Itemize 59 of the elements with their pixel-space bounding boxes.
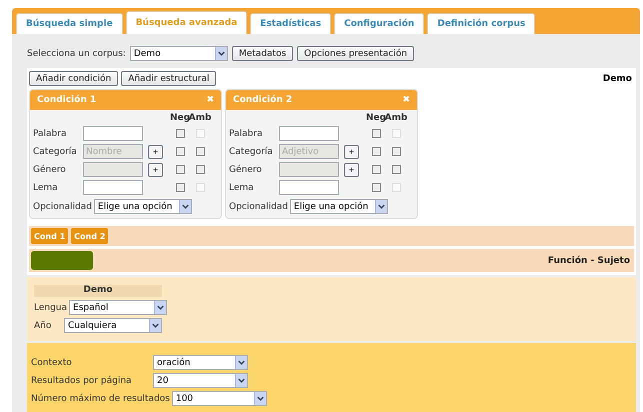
tab[interactable]: Definición corpus [427,13,536,34]
corpus-button[interactable]: Opciones presentación [297,46,414,61]
add-button[interactable]: Añadir condición [29,71,118,86]
field-label: Opcionalidad [229,202,288,212]
field-label: Categoría [229,146,274,156]
condition-header: Condición 1 ✖ [30,90,221,110]
option-select[interactable]: 20 [153,373,248,388]
input-field[interactable] [83,126,143,141]
metadata-title: Demo [34,285,162,297]
field-label: Opcionalidad [33,202,92,212]
checkbox[interactable] [176,183,184,192]
tab[interactable]: Configuración [334,13,424,34]
field-label: Año [34,320,52,330]
relation-label: Función - Sujeto [548,256,630,266]
checkbox[interactable] [372,165,380,174]
tab[interactable]: Búsqueda simple [16,13,123,34]
condition-header: Condición 2 ✖ [226,90,417,110]
checkbox[interactable] [196,147,204,156]
checkbox[interactable] [176,129,184,138]
optionality-select[interactable]: Elige una opción [94,199,192,214]
corpus-label: Selecciona un corpus: [27,48,126,58]
field-label: Género [33,164,67,174]
field-label: Categoría [33,146,78,156]
field-label: Lema [33,182,59,192]
metadata-select[interactable]: Cualquiera [64,318,162,333]
field-label: Lema [229,182,255,192]
field-label: Género [229,164,263,174]
input-field[interactable] [83,162,143,177]
column-header: Neg [170,113,190,123]
input-field[interactable] [279,126,339,141]
checkbox[interactable] [392,147,400,156]
checkbox[interactable] [176,147,184,156]
field-label: Contexto [31,358,73,368]
corpus-select[interactable]: Demo [130,46,228,61]
input-field[interactable] [83,180,143,195]
field-label: Palabra [229,128,264,138]
column-header: Neg [366,113,386,123]
field-label: Resultados por página [31,376,133,386]
metadata-select[interactable]: Español [69,300,168,315]
tab[interactable]: Estadísticas [250,13,332,34]
field-label: Palabra [33,128,68,138]
checkbox[interactable] [392,165,400,174]
corpus-button[interactable]: Metadatos [232,46,294,61]
checkbox[interactable] [176,165,184,174]
input-field[interactable] [279,180,339,195]
column-header: Amb [384,113,408,123]
field-label: Lengua [34,302,68,312]
option-select[interactable]: oración [153,355,248,370]
option-select[interactable]: 100 [172,391,267,406]
checkbox[interactable] [372,183,380,192]
corpus-name: Demo [602,74,632,84]
input-field[interactable] [279,162,339,177]
field-label: Número máximo de resultados [31,394,170,404]
column-header: Amb [188,113,212,123]
checkbox[interactable] [372,147,380,156]
add-button[interactable]: Añadir estructural [121,71,216,86]
checkbox[interactable] [196,165,204,174]
checkbox[interactable] [372,129,380,138]
optionality-select[interactable]: Elige una opción [290,199,388,214]
